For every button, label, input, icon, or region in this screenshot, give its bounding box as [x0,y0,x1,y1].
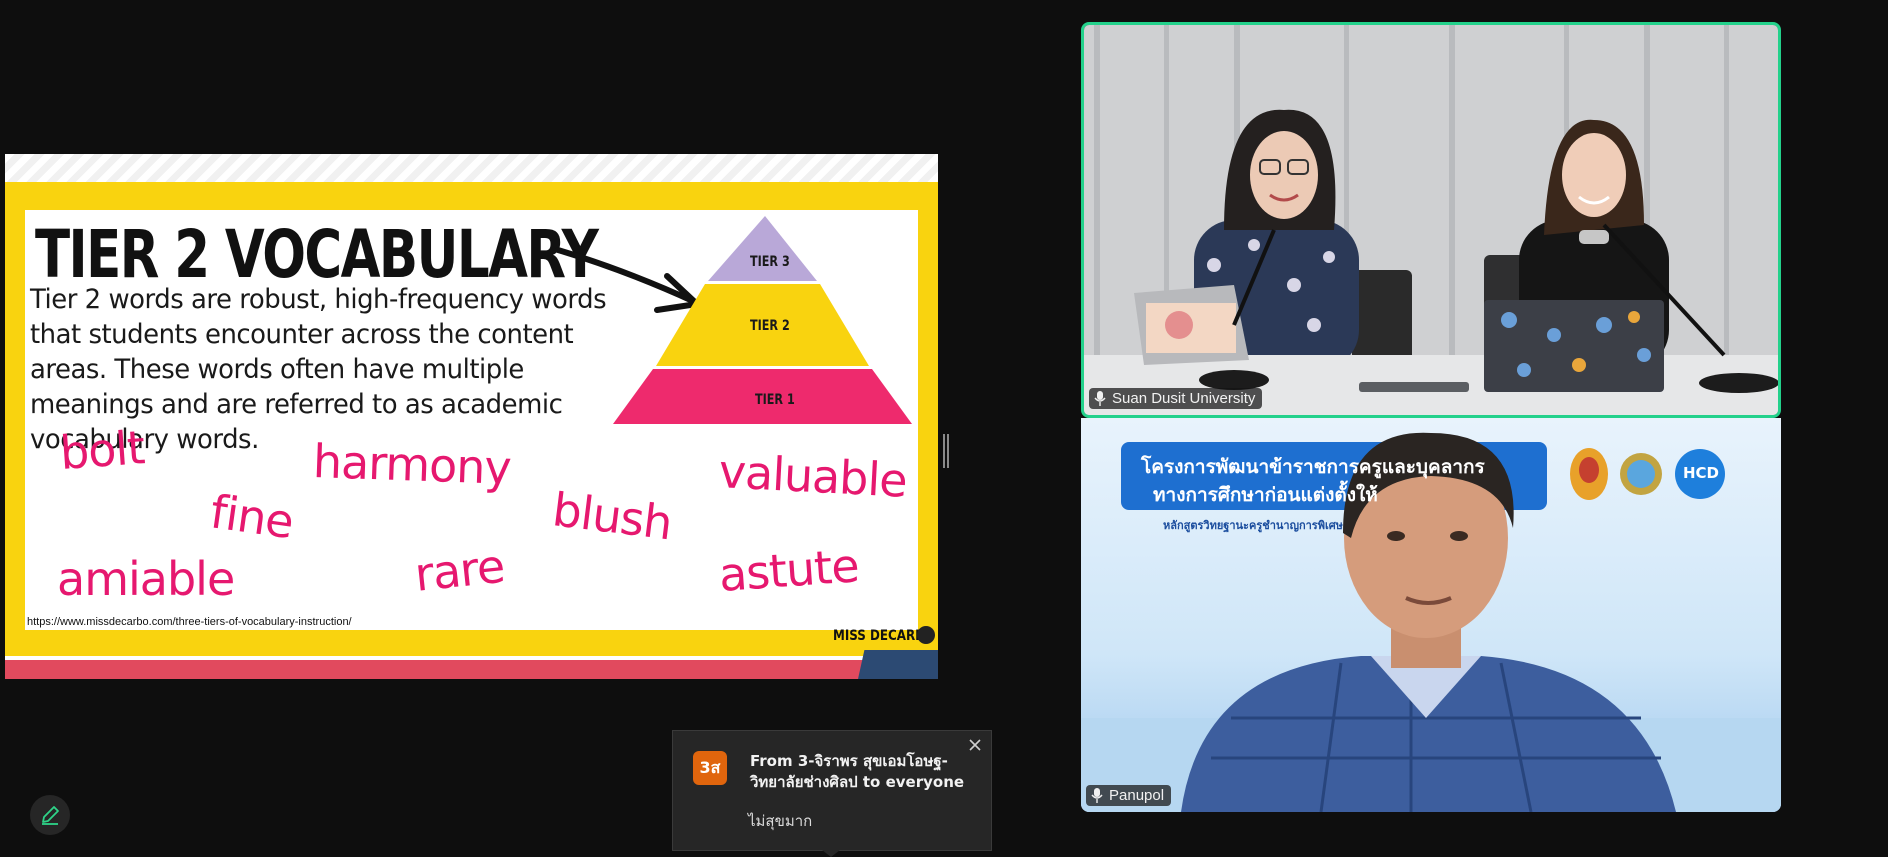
brand-mark-icon [917,626,935,644]
participant-name-tag: Panupol [1086,785,1172,806]
microphone-muted-icon [1091,788,1103,803]
word-rare: rare [412,538,507,602]
chat-sender: From 3-จิราพร สุขเอมโอษฐ-วิทยาลัยช่างศิล… [750,752,965,791]
slide-bottom-band [5,660,938,679]
tier1-label: TIER 1 [754,392,795,408]
word-amiable: amiable [57,552,235,606]
tier3-label: TIER 3 [749,254,790,270]
tier2-label: TIER 2 [749,318,790,334]
backdrop-banner-line2: ทางการศึกษาก่อนแต่งตั้งให้ [1153,484,1378,506]
hcd-logo: HCD [1683,464,1720,482]
chat-notification[interactable]: 3ส From 3-จิราพร สุขเอมโอษฐ-วิทยาลัยช่าง… [672,730,992,851]
close-icon[interactable] [965,735,985,755]
word-harmony: harmony [312,434,512,495]
annotate-button[interactable] [30,795,70,835]
participant-name: Suan Dusit University [1112,390,1256,407]
split-resize-handle[interactable] [943,434,949,468]
pencil-icon [42,806,59,825]
participant-name: Panupol [1109,787,1165,804]
slide-source-url: https://www.missdecarbo.com/three-tiers-… [27,616,352,628]
backdrop-banner-line1: โครงการพัฒนาข้าราชการครูและบุคลากร [1141,456,1485,478]
participant-name-tag: Suan Dusit University [1089,388,1263,409]
word-astute: astute [717,538,861,602]
video-feed [1084,25,1778,415]
word-valuable: valuable [717,444,908,508]
avatar: 3ส [693,751,727,785]
chat-message: ไม่สุขมาก [748,812,813,830]
shared-screen-slide: TIER 2 VOCABULARY Tier 2 words are robus… [5,154,938,679]
pyramid-tier3 [708,216,817,281]
microphone-muted-icon [1094,391,1106,406]
backdrop-subtitle: หลักสูตรวิทยฐานะครูชำนาญการพิเศษ [1163,519,1343,532]
word-fine: fine [207,484,297,550]
video-tile-panupol[interactable]: โครงการพัฒนาข้าราชการครูและบุคลากร ทางกา… [1081,418,1781,812]
word-bolt: bolt [58,420,146,480]
slide-bottom-corner [858,650,938,679]
video-tile-suan-dusit[interactable]: Suan Dusit University [1081,22,1781,418]
